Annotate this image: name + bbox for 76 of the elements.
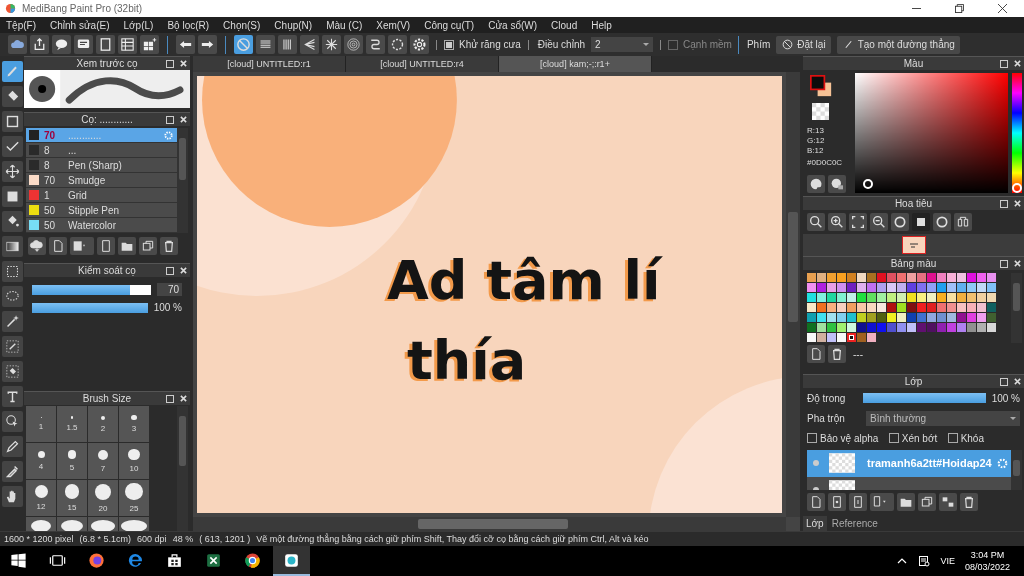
panel-tab[interactable]: Lớp — [803, 516, 827, 531]
brush-size-item[interactable]: 10 — [119, 443, 149, 479]
correction-dropdown[interactable]: 2 — [591, 37, 654, 52]
document-tab[interactable]: [cloud] kam;-;:r1+ — [499, 56, 652, 72]
channel-value: B:12 — [807, 145, 825, 156]
blend-mode-dropdown[interactable]: Bình thường — [866, 410, 1020, 426]
key-label: Phím — [746, 39, 771, 50]
menu-item[interactable]: Xem(V) — [376, 19, 411, 31]
brush-item[interactable]: 70 Smudge — [26, 173, 177, 188]
brush-size-item[interactable]: 12 — [26, 480, 56, 516]
brush-size-item[interactable]: 15 — [57, 480, 87, 516]
status-field: (6.8 * 5.1cm) — [79, 534, 132, 544]
brush-size-item[interactable]: 25 — [119, 480, 149, 516]
status-field: 48 % — [172, 534, 194, 544]
panel-title: Brush Size — [82, 393, 132, 404]
brush-size-item[interactable]: 4 — [26, 443, 56, 479]
palette-name: --- — [853, 348, 863, 360]
panel-title: Cọ: ............ — [81, 114, 133, 125]
no-button[interactable]: Đặt lại — [776, 35, 831, 54]
handwritten-text: Ad tâm lí — [387, 248, 661, 314]
clock-date[interactable]: 08/03/2022 — [964, 561, 1010, 573]
menu-item[interactable]: Công cụ(T) — [424, 19, 475, 31]
panel-title: Xem trước cọ — [76, 58, 138, 69]
brush-size-item[interactable]: 7 — [88, 443, 118, 479]
brush-size-item[interactable]: 1.5 — [57, 406, 87, 442]
menu-item[interactable]: Chọn(S) — [223, 19, 261, 31]
handwritten-text: thía — [407, 328, 528, 394]
layer-opacity-value: 100 % — [991, 392, 1020, 404]
panel-title: Hoa tiêu — [894, 198, 933, 210]
panel-tab[interactable]: Reference — [828, 516, 881, 531]
correction-label: Điều chỉnh — [537, 39, 586, 50]
opacity-value: 100 % — [153, 302, 182, 313]
channel-value: G:12 — [807, 135, 826, 146]
brush-item[interactable]: 8 Pen (Sharp) — [26, 158, 177, 173]
hex-code: #0D0C0C — [807, 157, 844, 168]
brush-size-item[interactable]: 1 — [26, 406, 56, 442]
status-hint: Vẽ một đường thẳng bằng cách giữ phím Shift, Thay đổi cỡ cọ bằng cách giữ phím Ctrl, Alt và kéo — [256, 534, 649, 544]
status-field: 1600 * 1200 pixel — [4, 534, 74, 544]
opacity-label: Độ trong — [807, 392, 847, 404]
brush-size-field[interactable]: 70 — [157, 283, 182, 296]
status-field: 600 dpi — [137, 534, 167, 544]
panel-title: Lớp — [904, 376, 923, 388]
document-tab[interactable]: [cloud] UNTITLED:r4 — [346, 56, 499, 72]
soft-edge-label: Cạnh mềm — [683, 39, 732, 50]
menu-item[interactable]: Help — [591, 19, 612, 31]
brush-item[interactable]: 1 Grid — [26, 188, 177, 203]
panel-title: Bảng màu — [890, 258, 937, 270]
language-indicator[interactable]: VIE — [940, 556, 955, 566]
menu-item[interactable]: Cloud — [551, 19, 578, 31]
channel-value: R:13 — [807, 125, 825, 136]
panel-title: Kiểm soát cọ — [78, 265, 136, 276]
menu-item[interactable]: Lớp(L) — [123, 19, 154, 31]
brush-size-item[interactable]: 3 — [119, 406, 149, 442]
menu-item[interactable]: Tệp(F) — [6, 19, 36, 31]
slash-button[interactable]: Tạo một đường thẳng — [836, 35, 960, 54]
blend-label: Pha trộn — [807, 412, 846, 424]
checkbox-label: Bảo vệ alpha — [820, 432, 879, 444]
brush-item[interactable]: 50 Watercolor — [26, 218, 177, 233]
menu-item[interactable]: Màu (C) — [326, 19, 363, 31]
clock-time[interactable]: 3:04 PM — [970, 549, 1005, 561]
brush-item[interactable]: 50 Stipple Pen — [26, 203, 177, 218]
window-title: MediBang Paint Pro (32bit) — [22, 3, 144, 14]
menu-item[interactable]: Bộ lọc(R) — [167, 19, 210, 31]
brush-size-item[interactable]: 5 — [57, 443, 87, 479]
menu-item[interactable]: Cửa sổ(W) — [488, 19, 538, 31]
brush-size-item[interactable]: 2 — [88, 406, 118, 442]
antialias-label: Khử răng cưa — [459, 39, 521, 50]
menu-item[interactable]: Chỉnh sửa(E) — [50, 19, 110, 31]
checkbox-label: Khóa — [960, 432, 984, 444]
panel-title: Màu — [903, 57, 924, 69]
brush-item[interactable]: 8 ... — [26, 143, 177, 158]
status-field: ( 613, 1201 ) — [199, 534, 251, 544]
brush-size-item[interactable]: 20 — [88, 480, 118, 516]
menu-item[interactable]: Chụp(N) — [274, 19, 313, 31]
document-tab[interactable]: [cloud] UNTITLED:r1 — [193, 56, 346, 72]
checkbox-label: Xén bớt — [901, 432, 938, 444]
